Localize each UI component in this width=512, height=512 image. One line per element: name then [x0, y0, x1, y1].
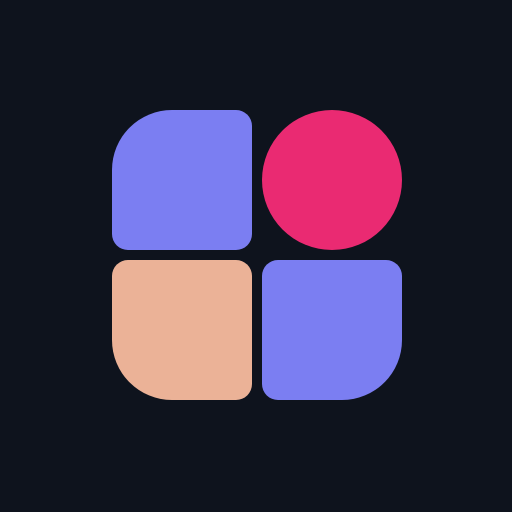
logo-bottom-right-tile [262, 260, 402, 400]
logo-top-right-circle [262, 110, 402, 250]
logo-top-left-tile [112, 110, 252, 250]
app-logo-canvas [0, 0, 512, 512]
logo-bottom-left-tile [112, 260, 252, 400]
